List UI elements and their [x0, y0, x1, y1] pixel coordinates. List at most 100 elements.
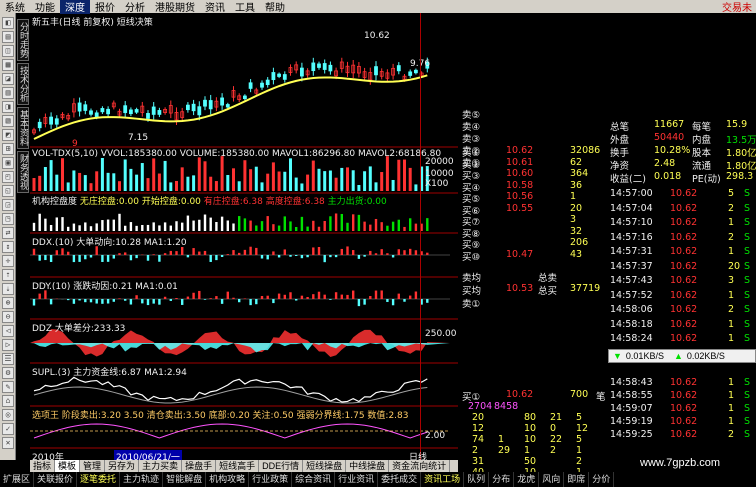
toolbar-icon-17[interactable]: ✛ [2, 255, 14, 267]
status-tab-4[interactable]: 智能解盘 [163, 472, 207, 487]
toolbar-icon-12[interactable]: ◱ [2, 185, 14, 197]
ddx-bar-54 [340, 248, 343, 255]
ddx-bar-18 [135, 255, 138, 259]
status-tab-2[interactable]: 逐笔委托 [77, 472, 121, 487]
buy-price: 10.62 [506, 145, 534, 156]
avg-buy-row: 买均 10.53 总买 37719 [458, 283, 608, 297]
toolbar-icon-4[interactable]: ◪ [2, 73, 14, 85]
menu-item-6[interactable]: 资讯 [200, 0, 230, 14]
indicator-tab-9[interactable]: 中线操盘 [346, 460, 390, 472]
vol-bar-15 [118, 181, 121, 191]
toolbar-icon-2[interactable]: ◫ [2, 45, 14, 57]
indicator-tab-6[interactable]: 短线高手 [216, 460, 260, 472]
ddy-bar-51 [323, 294, 326, 299]
ddx-bar-63 [391, 255, 395, 258]
chart-area[interactable]: 新五丰(日线 前复权) 短线决策 10.62 7.15 9.76 9 VOL-T… [30, 13, 458, 463]
jigou-bar-56 [352, 214, 355, 231]
status-tab-10[interactable]: 资讯工场 [421, 472, 465, 487]
status-tab-0[interactable]: 扩展区 [0, 472, 35, 487]
status-tab-9[interactable]: 委托成交 [378, 472, 422, 487]
menu-item-5[interactable]: 港股期货 [150, 0, 200, 14]
menu-item-4[interactable]: 分析 [120, 0, 150, 14]
indicator-tab-7[interactable]: DDE行情 [259, 460, 304, 472]
indicator-tab-8[interactable]: 短线操盘 [303, 460, 347, 472]
indicator-tab-3[interactable]: 另存为 [105, 460, 140, 472]
ddy-bar-56 [352, 290, 355, 299]
toolbar-icon-18[interactable]: ⇡ [2, 269, 14, 281]
toolbar-icon-3[interactable]: ▦ [2, 59, 14, 71]
indicator-tab-0[interactable]: 指标 [30, 460, 56, 472]
toolbar-icon-16[interactable]: ↕ [2, 241, 14, 253]
indicator-tab-4[interactable]: 主力买卖 [139, 460, 183, 472]
tick-row-15: 14:59:19 10.62 1 S [608, 416, 756, 428]
tick-time: 14:59:07 [610, 403, 653, 414]
status-tab-16[interactable]: 分价 [589, 472, 615, 487]
status-tab-1[interactable]: 关联报价 [34, 472, 78, 487]
jigou-bar-20 [146, 224, 150, 231]
toolbar-icon-10[interactable]: ▣ [2, 157, 14, 169]
toolbar-icon-25[interactable]: ⚙ [2, 367, 14, 379]
vol-bar-11 [95, 171, 99, 191]
view-tab-3[interactable]: 财务透视 [17, 151, 29, 193]
menu-item-0[interactable]: 系统 [0, 0, 30, 14]
vol-bar-10 [89, 183, 93, 191]
menu-item-2[interactable]: 深度 [60, 0, 90, 14]
indicator-tab-10[interactable]: 资金流向统计 [389, 460, 451, 472]
toolbar-icon-26[interactable]: ✎ [2, 381, 14, 393]
candle-body-3 [49, 116, 54, 125]
toolbar-icon-30[interactable]: ✕ [2, 437, 14, 449]
toolbar-icon-23[interactable]: ▷ [2, 339, 14, 351]
view-tab-0[interactable]: 分时走势 [17, 19, 29, 61]
status-tab-15[interactable]: 即席 [564, 472, 590, 487]
info-value: 11667 [654, 119, 685, 130]
tick-time: 14:58:43 [610, 377, 653, 388]
vol-bar-30 [203, 161, 207, 191]
status-tab-3[interactable]: 主力轨迹 [120, 472, 164, 487]
toolbar-icon-7[interactable]: ▧ [2, 115, 14, 127]
status-tab-5[interactable]: 机构攻略 [206, 472, 250, 487]
indicator-tab-2[interactable]: 管理 [80, 460, 106, 472]
status-tab-8[interactable]: 行业资讯 [335, 472, 379, 487]
menu-item-1[interactable]: 功能 [30, 0, 60, 14]
toolbar-icon-0[interactable]: ◧ [2, 17, 14, 29]
toolbar-icon-28[interactable]: ◎ [2, 409, 14, 421]
ddx-bar-64 [397, 249, 400, 255]
indicator-tab-1[interactable]: 模板 [55, 460, 81, 472]
supl-line [33, 376, 428, 403]
menu-item-8[interactable]: 帮助 [260, 0, 290, 14]
tick-price: 10.62 [670, 429, 698, 440]
status-tab-11[interactable]: 队列 [464, 472, 490, 487]
status-tab-14[interactable]: 风向 [539, 472, 565, 487]
toolbar-icon-20[interactable]: ⊕ [2, 297, 14, 309]
toolbar-icon-29[interactable]: ✓ [2, 423, 14, 435]
jigou-bar-59 [369, 224, 372, 231]
menu-item-7[interactable]: 工具 [230, 0, 260, 14]
toolbar-icon-11[interactable]: ◰ [2, 171, 14, 183]
view-tab-1[interactable]: 技术分析 [17, 63, 29, 105]
toolbar-icon-19[interactable]: ⇣ [2, 283, 14, 295]
buy-vol: 36 [570, 179, 583, 191]
toolbar-icon-27[interactable]: ⌂ [2, 395, 14, 407]
toolbar-icon-5[interactable]: ▥ [2, 87, 14, 99]
view-tab-2[interactable]: 基本资料 [17, 107, 29, 149]
ddz-title: DDZ 大单差分:233.33 [32, 324, 126, 334]
toolbar-icon-24[interactable]: ☰ [2, 353, 14, 365]
status-tab-13[interactable]: 龙虎 [514, 472, 540, 487]
toolbar-icon-22[interactable]: ◁ [2, 325, 14, 337]
status-tab-7[interactable]: 综合资讯 [292, 472, 336, 487]
toolbar-icon-6[interactable]: ◨ [2, 101, 14, 113]
indicator-tab-5[interactable]: 操盘手 [182, 460, 217, 472]
toolbar-icon-8[interactable]: ◩ [2, 129, 14, 141]
candle-body-11 [94, 112, 99, 118]
toolbar-icon-13[interactable]: ◲ [2, 199, 14, 211]
toolbar-icon-1[interactable]: ▤ [2, 31, 14, 43]
toolbar-icon-15[interactable]: ⇄ [2, 227, 14, 239]
toolbar-icon-9[interactable]: ⊞ [2, 143, 14, 155]
tick-price: 10.62 [670, 217, 698, 228]
toolbar-icon-14[interactable]: ◳ [2, 213, 14, 225]
status-tab-6[interactable]: 行业政策 [249, 472, 293, 487]
status-tab-12[interactable]: 分布 [489, 472, 515, 487]
trade-button[interactable]: 交易未 [722, 0, 756, 14]
toolbar-icon-21[interactable]: ⊖ [2, 311, 14, 323]
menu-item-3[interactable]: 报价 [90, 0, 120, 14]
